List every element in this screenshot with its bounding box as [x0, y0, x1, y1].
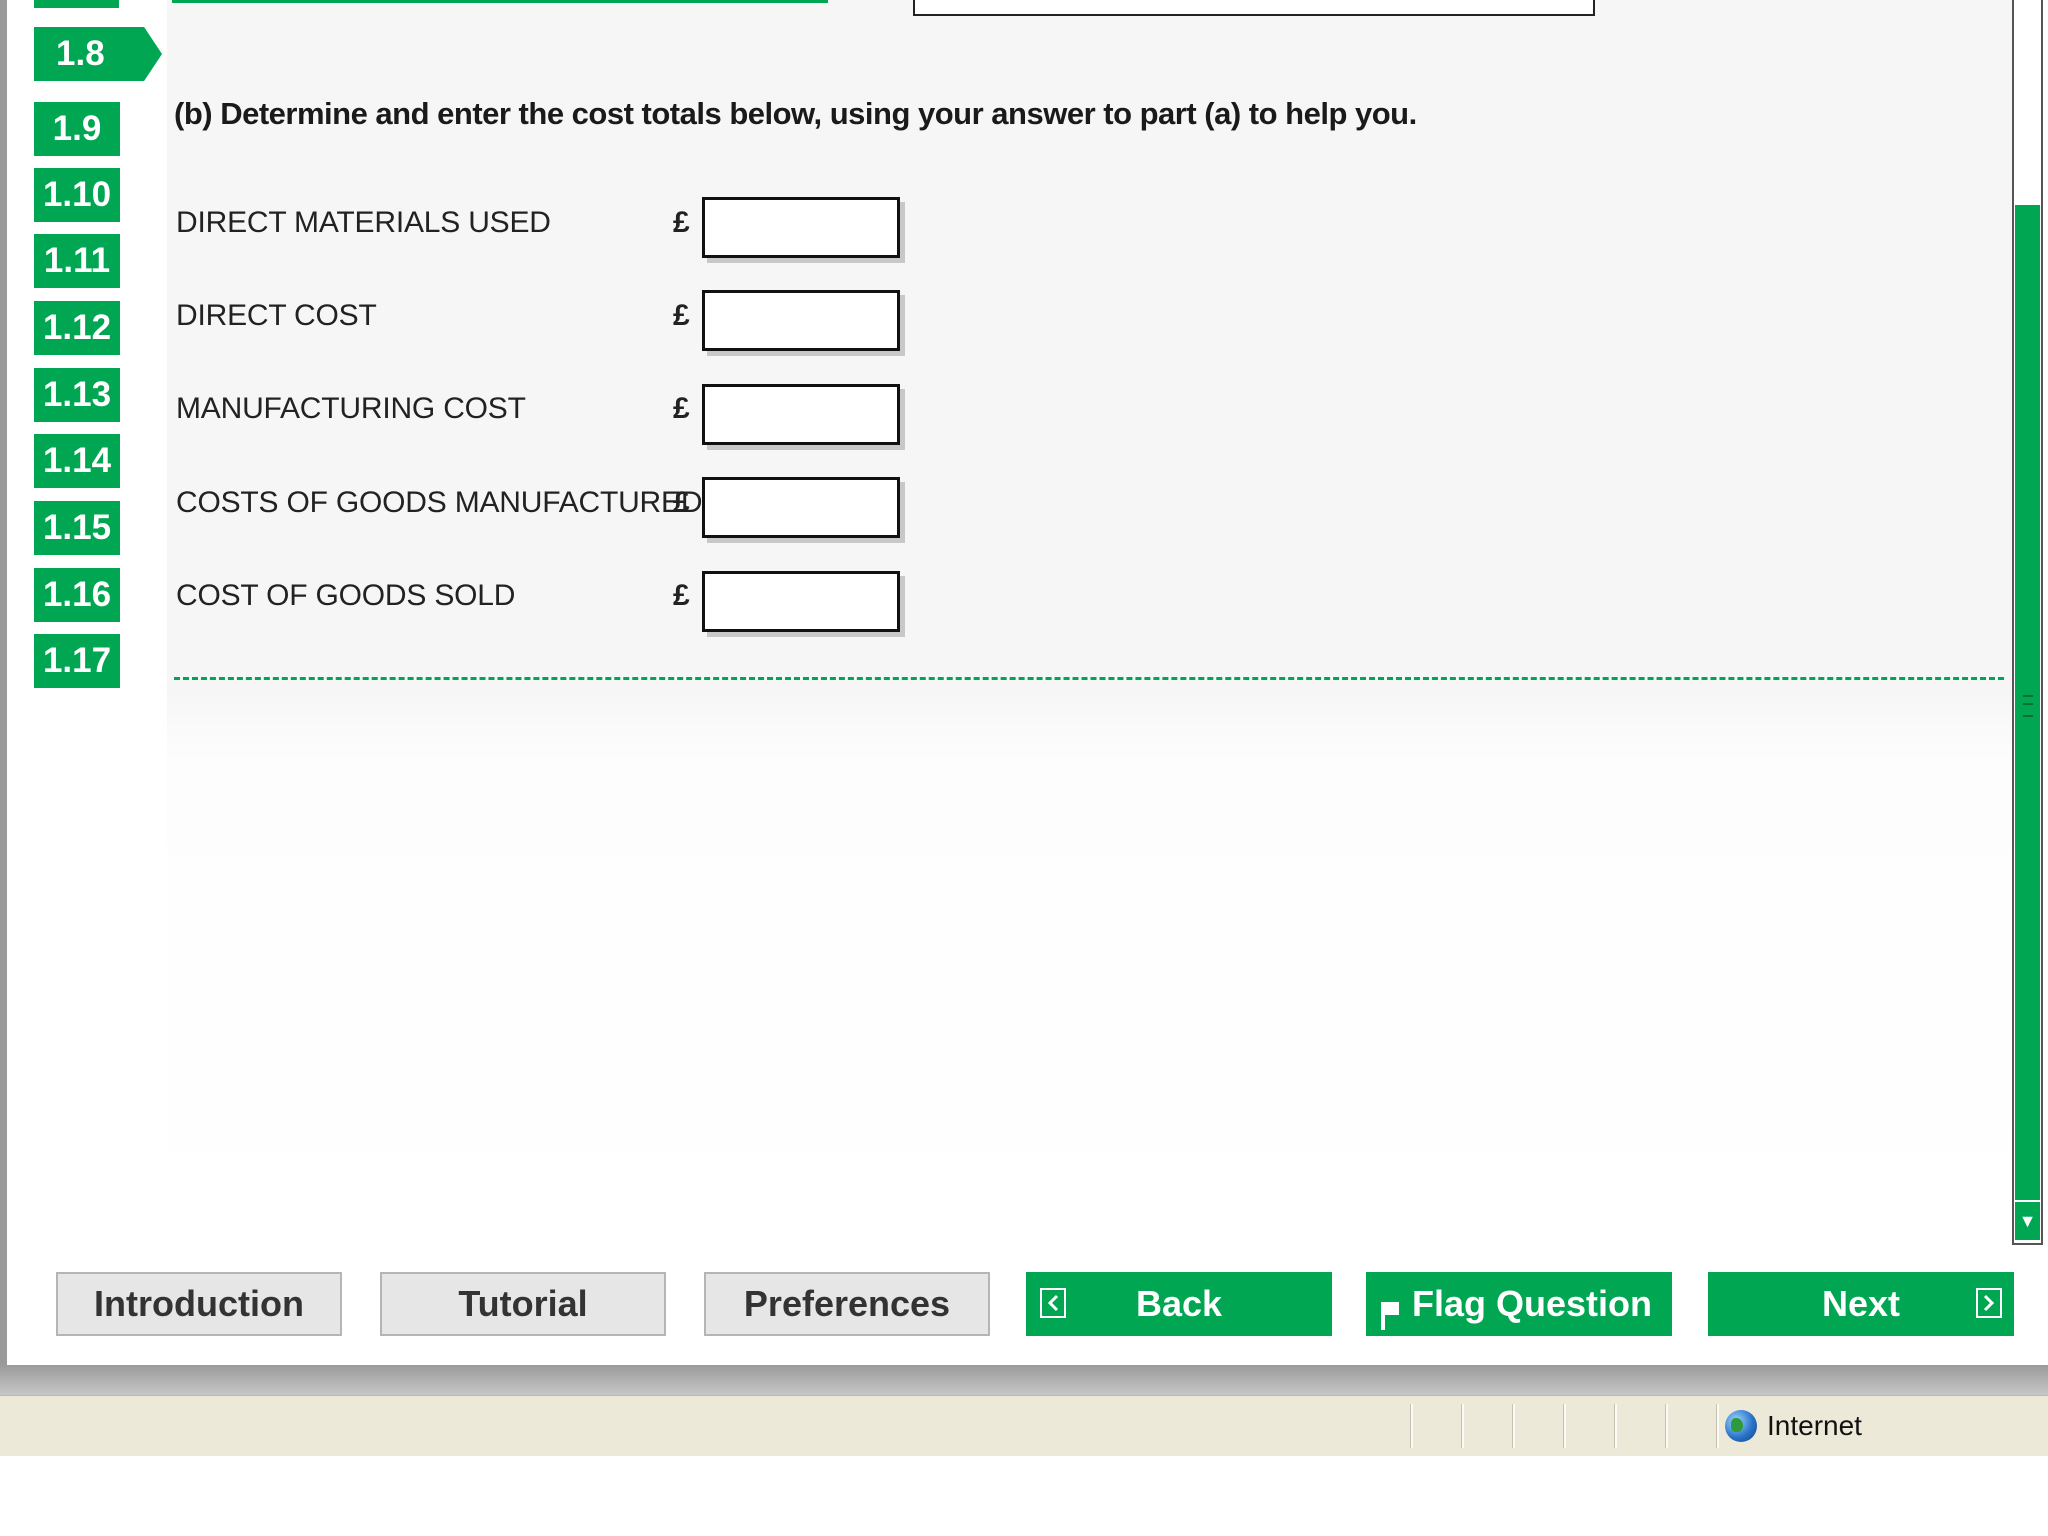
status-pane: [1411, 1404, 1463, 1448]
back-button-label: Back: [1135, 1283, 1223, 1324]
row-label-costs-of-goods-manufactured: COSTS OF GOODS MANUFACTURED: [176, 486, 703, 519]
cost-of-goods-sold-input[interactable]: [702, 571, 900, 632]
currency-symbol: £: [673, 486, 690, 519]
direct-cost-input[interactable]: [702, 290, 900, 351]
previous-answer-box[interactable]: [913, 0, 1595, 16]
globe-icon: [1725, 1410, 1757, 1442]
question-instruction: (b) Determine and enter the cost totals …: [174, 96, 1417, 131]
next-button[interactable]: Next: [1708, 1272, 2014, 1336]
currency-symbol: £: [673, 299, 690, 332]
scroll-down-arrow-icon[interactable]: ▼: [2015, 1202, 2040, 1240]
question-nav-item-1-17[interactable]: 1.17: [34, 634, 120, 688]
introduction-button[interactable]: Introduction: [56, 1272, 342, 1336]
question-nav-item-1-12[interactable]: 1.12: [34, 301, 120, 355]
question-nav-item-1-11[interactable]: 1.11: [34, 234, 120, 288]
back-button[interactable]: Back: [1026, 1272, 1332, 1336]
chevron-left-icon: [1040, 1288, 1066, 1318]
security-zone-label: Internet: [1767, 1410, 1862, 1441]
question-content-area: [167, 0, 2012, 1250]
direct-materials-used-input[interactable]: [702, 197, 900, 258]
row-label-manufacturing-cost: MANUFACTURING COST: [176, 392, 526, 425]
flag-question-button-label: Flag Question: [1411, 1283, 1652, 1324]
security-zone: Internet: [1725, 1404, 1862, 1448]
tutorial-button[interactable]: Tutorial: [380, 1272, 666, 1336]
browser-status-bar: Internet: [0, 1395, 2048, 1456]
status-pane: [1615, 1404, 1667, 1448]
question-nav-item-1-15[interactable]: 1.15: [34, 501, 120, 555]
question-nav-item-1-9[interactable]: 1.9: [34, 102, 120, 156]
status-pane: [1462, 1404, 1514, 1448]
section-divider: [174, 677, 2004, 680]
question-nav-item-1-14[interactable]: 1.14: [34, 434, 120, 488]
question-nav-item-1-10[interactable]: 1.10: [34, 168, 120, 222]
chevron-right-icon: [1976, 1288, 2002, 1318]
status-pane: [1666, 1404, 1718, 1448]
question-nav-item-1-8[interactable]: 1.8: [34, 27, 162, 81]
question-nav-item-1-13[interactable]: 1.13: [34, 368, 120, 422]
row-label-cost-of-goods-sold: COST OF GOODS SOLD: [176, 579, 516, 612]
app-frame: 1.8 1.9 1.10 1.11 1.12 1.13 1.14 1.15 1.…: [0, 0, 2048, 1365]
flag-icon: [1378, 1288, 1404, 1330]
scroll-grip-icon: [2023, 695, 2033, 717]
question-nav-item-1-16[interactable]: 1.16: [34, 568, 120, 622]
currency-symbol: £: [673, 579, 690, 612]
scrollbar-thumb[interactable]: [2015, 205, 2040, 1200]
previous-section-underline: [172, 0, 828, 3]
currency-symbol: £: [673, 206, 690, 239]
question-nav-item-previous[interactable]: [34, 0, 119, 8]
row-label-direct-cost: DIRECT COST: [176, 299, 377, 332]
preferences-button[interactable]: Preferences: [704, 1272, 990, 1336]
flag-question-button[interactable]: Flag Question: [1366, 1272, 1672, 1336]
row-label-direct-materials-used: DIRECT MATERIALS USED: [176, 206, 551, 239]
status-pane: [1513, 1404, 1565, 1448]
next-button-label: Next: [1821, 1283, 1901, 1324]
window-bottom-band: [0, 1365, 2048, 1395]
currency-symbol: £: [673, 392, 690, 425]
status-pane: [1564, 1404, 1616, 1448]
vertical-scrollbar[interactable]: ▼: [2012, 0, 2043, 1245]
costs-of-goods-manufactured-input[interactable]: [702, 477, 900, 538]
manufacturing-cost-input[interactable]: [702, 384, 900, 445]
